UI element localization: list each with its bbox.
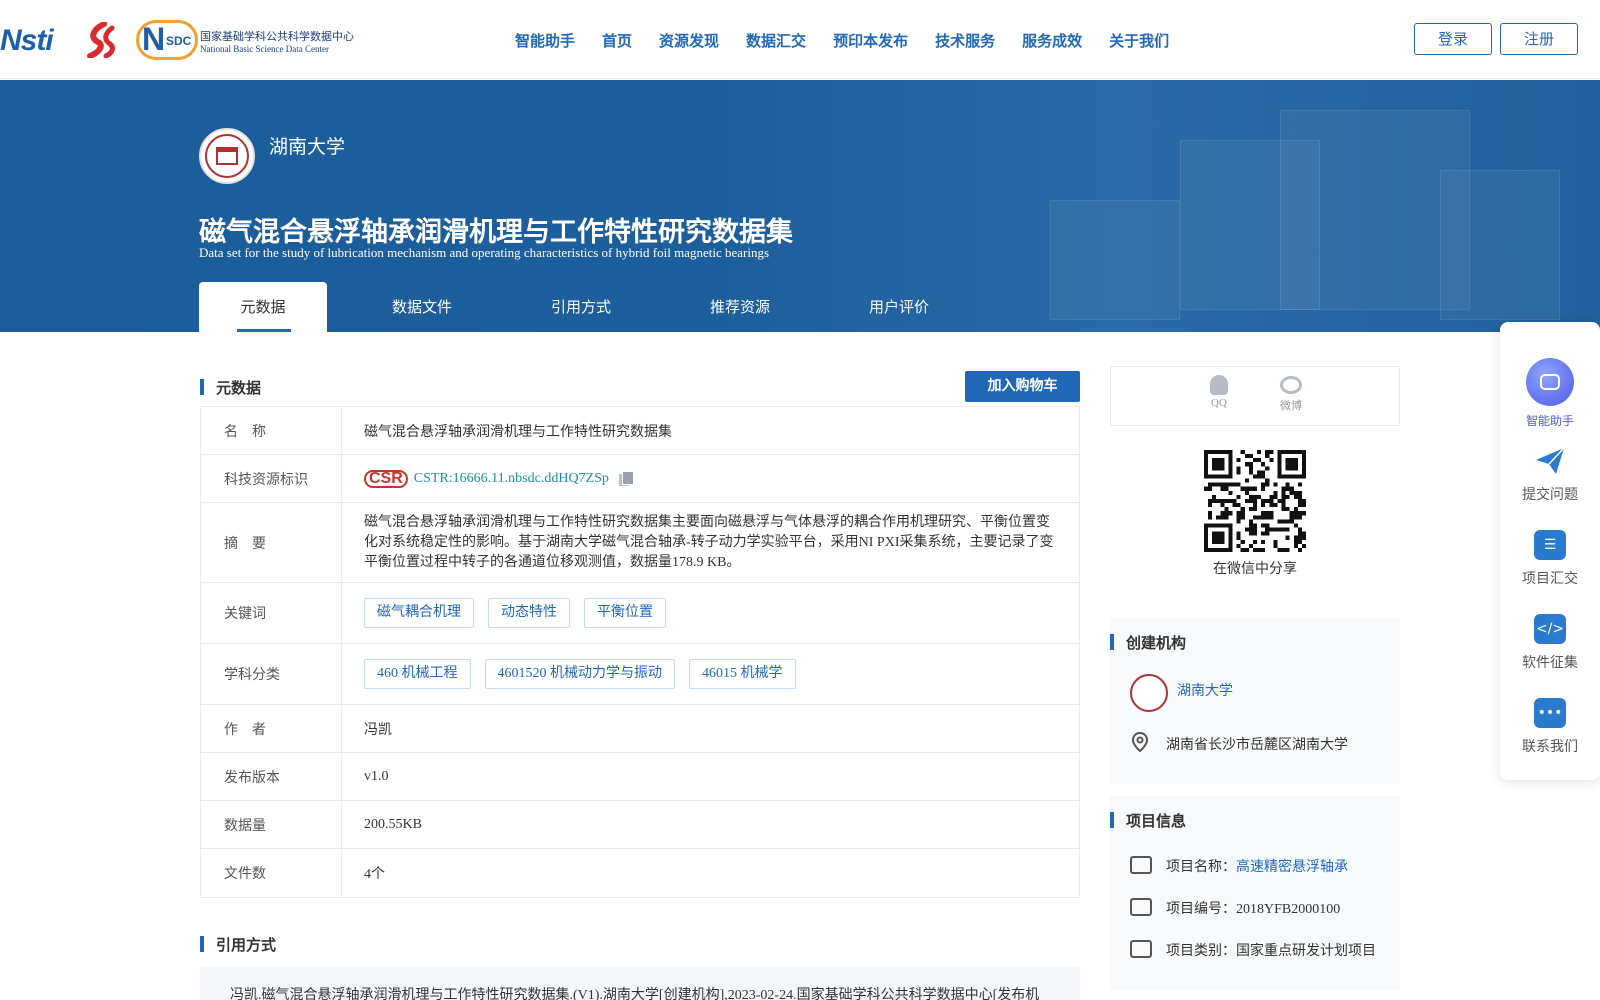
project-code: 项目编号：2018YFB2000100: [1166, 902, 1341, 917]
table-row: 数据量 200.55KB: [201, 801, 1079, 849]
nav-service-results[interactable]: 服务成效: [1022, 30, 1082, 51]
nav-assistant[interactable]: 智能助手: [515, 30, 575, 51]
nav-data-submission[interactable]: 数据汇交: [746, 30, 806, 51]
citation-text: 冯凯.磁气混合悬浮轴承润滑机理与工作特性研究数据集.(V1).湖南大学[创建机构…: [200, 966, 1080, 1000]
red-s-logo[interactable]: [82, 22, 120, 58]
nav-preprint[interactable]: 预印本发布: [833, 30, 908, 51]
tab-recommended[interactable]: 推荐资源: [676, 282, 804, 332]
tab-metadata[interactable]: 元数据: [199, 282, 327, 332]
tab-data-files[interactable]: 数据文件: [358, 282, 486, 332]
table-row: 发布版本 v1.0: [201, 753, 1079, 801]
submit-question-button[interactable]: 提交问题: [1500, 446, 1600, 504]
keyword-tag[interactable]: 动态特性: [488, 598, 570, 628]
wechat-share-label: 在微信中分享: [1213, 562, 1297, 577]
data-size-value: 200.55KB: [364, 816, 422, 832]
login-button[interactable]: 登录: [1414, 23, 1492, 55]
floating-toolbar: 智能助手 提交问题 ☰ 项目汇交 </> 软件征集 ••• 联系我们: [1500, 322, 1600, 780]
register-button[interactable]: 注册: [1500, 23, 1578, 55]
organization-heading: 创建机构: [1110, 632, 1186, 653]
project-name: 项目名称：高速精密悬浮轴承: [1166, 860, 1348, 875]
add-to-cart-button[interactable]: 加入购物车: [965, 371, 1080, 402]
subject-label: 学科分类: [201, 644, 342, 704]
name-label: 名 称: [201, 407, 342, 454]
table-row: 文件数 4个: [201, 849, 1079, 897]
table-row: 学科分类 460 机械工程 4601520 机械动力学与振动 46015 机械学: [201, 644, 1079, 705]
author-label: 作 者: [201, 705, 342, 752]
share-qq[interactable]: QQ: [1199, 375, 1239, 409]
organization-logo: [1130, 674, 1168, 712]
organization-card: 创建机构 湖南大学 湖南省长沙市岳麓区湖南大学: [1110, 618, 1400, 784]
nav-about[interactable]: 关于我们: [1109, 30, 1169, 51]
table-row: 关键词 磁气耦合机理 动态特性 平衡位置: [201, 583, 1079, 644]
file-count-value: 4个: [364, 867, 385, 882]
keyword-tag[interactable]: 磁气耦合机理: [364, 598, 474, 628]
dataset-title: 磁气混合悬浮轴承润滑机理与工作特性研究数据集: [199, 217, 793, 248]
project-heading: 项目信息: [1110, 810, 1186, 831]
code-icon: </>: [1534, 614, 1566, 644]
copy-icon[interactable]: [618, 470, 634, 487]
metadata-table: 名 称 磁气混合悬浮轴承润滑机理与工作特性研究数据集 科技资源标识 CSR CS…: [200, 406, 1080, 898]
nav-tech-service[interactable]: 技术服务: [935, 30, 995, 51]
robot-icon: [1526, 358, 1574, 406]
subject-tag[interactable]: 4601520 机械动力学与振动: [484, 659, 675, 689]
project-card: 项目信息 项目名称：高速精密悬浮轴承 项目编号：2018YFB2000100 项…: [1110, 796, 1400, 990]
organization-name-link[interactable]: 湖南大学: [1177, 680, 1233, 700]
institution-logo: [199, 128, 255, 184]
table-row: 名 称 磁气混合悬浮轴承润滑机理与工作特性研究数据集: [201, 407, 1079, 455]
project-type-icon: [1130, 940, 1152, 958]
abstract-label: 摘 要: [201, 503, 342, 582]
contact-us-button[interactable]: ••• 联系我们: [1500, 698, 1600, 756]
identifier-label: 科技资源标识: [201, 455, 342, 502]
project-name-icon: [1130, 856, 1152, 874]
weibo-icon: [1280, 376, 1302, 394]
table-row: 作 者 冯凯: [201, 705, 1079, 753]
keywords-label: 关键词: [201, 583, 342, 643]
organization-address: 湖南省长沙市岳麓区湖南大学: [1166, 738, 1348, 753]
location-icon: [1131, 732, 1149, 752]
share-panel: QQ 微博: [1110, 366, 1400, 426]
institution-name[interactable]: 湖南大学: [269, 132, 345, 159]
nav-discover[interactable]: 资源发现: [659, 30, 719, 51]
dataset-tabs: 元数据 数据文件 引用方式 推荐资源 用户评价: [199, 282, 994, 332]
main-nav: 智能助手 首页 资源发现 数据汇交 预印本发布 技术服务 服务成效 关于我们: [515, 30, 1196, 51]
nsdc-logo[interactable]: N SDC 国家基础学科公共科学数据中心 National Basic Scie…: [136, 20, 354, 60]
file-count-label: 文件数: [201, 849, 342, 897]
project-name-link[interactable]: 高速精密悬浮轴承: [1236, 860, 1348, 875]
project-type: 项目类别：国家重点研发计划项目: [1166, 944, 1376, 959]
table-row: 科技资源标识 CSR CSTR:16666.11.nbsdc.ddHQ7ZSp: [201, 455, 1079, 503]
chat-icon: •••: [1534, 698, 1566, 728]
project-submission-button[interactable]: ☰ 项目汇交: [1500, 530, 1600, 588]
version-label: 发布版本: [201, 753, 342, 800]
cstr-identifier-link[interactable]: CSTR:16666.11.nbsdc.ddHQ7ZSp: [414, 471, 609, 487]
abstract-value: 磁气混合悬浮轴承润滑机理与工作特性研究数据集主要面向磁悬浮与气体悬浮的耦合作用机…: [364, 515, 1054, 570]
subject-tag[interactable]: 460 机械工程: [364, 659, 471, 689]
list-icon: ☰: [1534, 530, 1566, 560]
data-size-label: 数据量: [201, 801, 342, 848]
assistant-button[interactable]: 智能助手: [1500, 358, 1600, 429]
share-weibo[interactable]: 微博: [1271, 375, 1311, 413]
nav-home[interactable]: 首页: [602, 30, 632, 51]
paper-plane-icon: [1534, 446, 1566, 476]
name-value: 磁气混合悬浮轴承润滑机理与工作特性研究数据集: [364, 424, 672, 440]
cstr-logo-icon: CSR: [364, 469, 408, 488]
top-header: Nsti N SDC 国家基础学科公共科学数据中心 National Basic…: [0, 0, 1600, 79]
tab-citation[interactable]: 引用方式: [517, 282, 645, 332]
table-row: 摘 要 磁气混合悬浮轴承润滑机理与工作特性研究数据集主要面向磁悬浮与气体悬浮的耦…: [201, 503, 1079, 583]
subject-tag[interactable]: 46015 机械学: [689, 659, 796, 689]
software-collection-button[interactable]: </> 软件征集: [1500, 614, 1600, 672]
tab-reviews[interactable]: 用户评价: [835, 282, 963, 332]
keyword-tag[interactable]: 平衡位置: [584, 598, 666, 628]
project-code-icon: [1130, 898, 1152, 916]
metadata-heading: 元数据: [200, 377, 261, 398]
author-value: 冯凯: [364, 722, 392, 738]
nsti-logo[interactable]: Nsti: [0, 24, 54, 58]
qq-icon: [1210, 375, 1228, 395]
version-value: v1.0: [364, 768, 389, 784]
citation-heading: 引用方式: [200, 934, 276, 955]
dataset-subtitle: Data set for the study of lubrication me…: [199, 245, 770, 260]
wechat-qr-code: [1204, 450, 1306, 552]
